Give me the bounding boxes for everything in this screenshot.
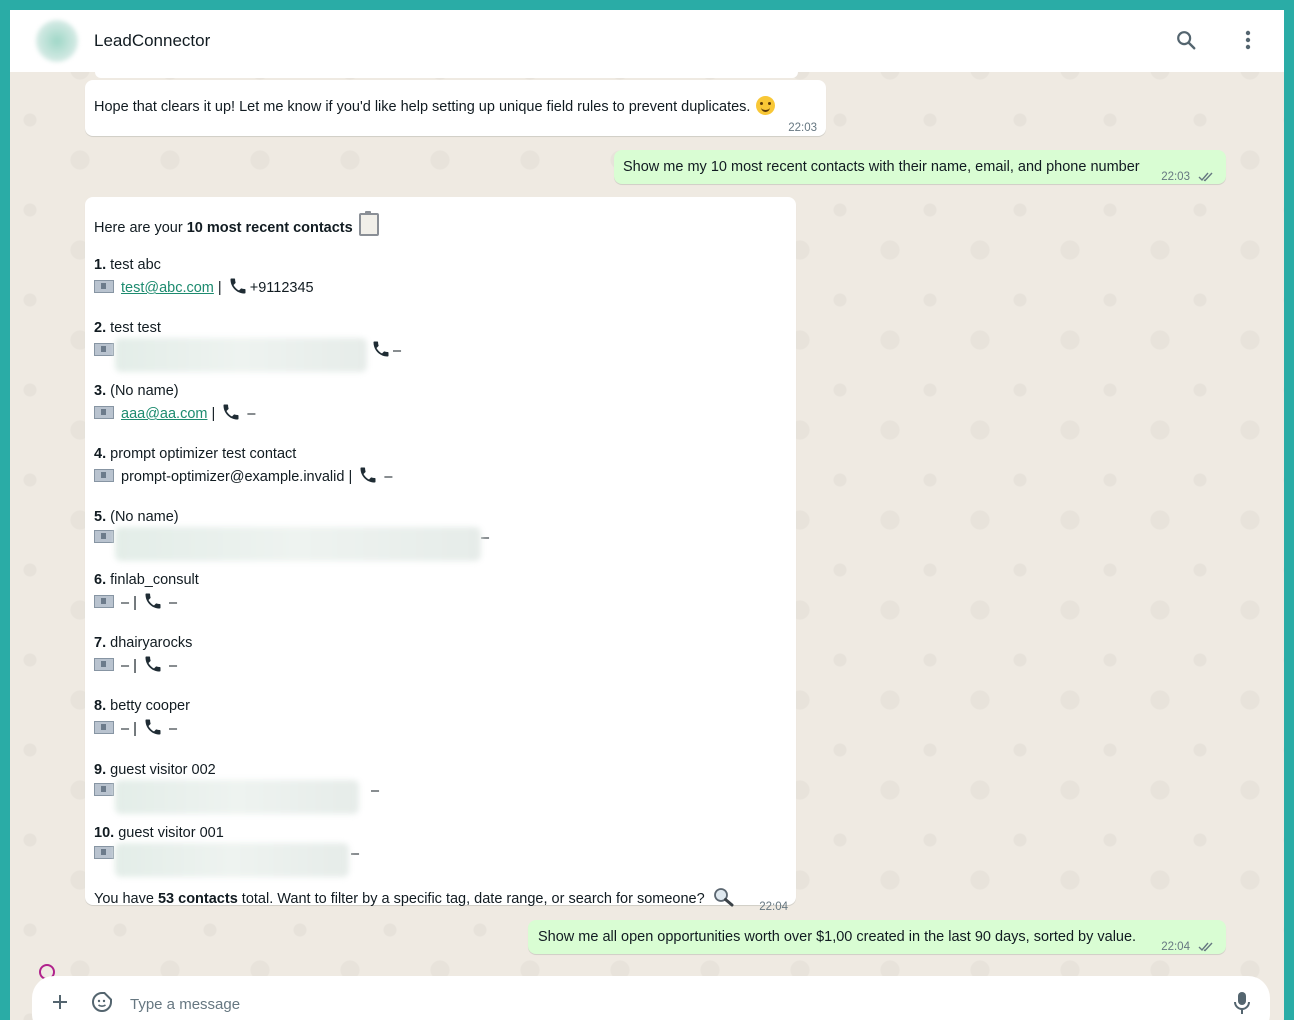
phone-icon: [360, 467, 376, 483]
search-icon[interactable]: [1172, 26, 1200, 54]
contact-name-line: 1. test abc: [94, 257, 161, 273]
contact-name-line: 6. finlab_consult: [94, 572, 199, 588]
message-time: 22:03: [1161, 171, 1190, 183]
phone-icon: [145, 719, 161, 735]
incoming-message[interactable]: Here are your 10 most recent contacts 1.…: [85, 197, 796, 913]
incoming-message[interactable]: Hope that clears it up! Let me know if y…: [85, 80, 826, 136]
smiling-face-icon: [756, 96, 776, 115]
double-check-icon: [1198, 942, 1213, 952]
contact-name-line: 9. guest visitor 002: [94, 762, 216, 778]
phone-icon: [373, 341, 389, 357]
email-icon: [94, 406, 114, 419]
chat-title[interactable]: LeadConnector: [94, 31, 210, 51]
contact-name-line: 3. (No name): [94, 383, 179, 399]
message-time: 22:04: [1161, 941, 1190, 953]
message-composer: [32, 976, 1270, 1020]
message-text: Show me my 10 most recent contacts with …: [623, 159, 1140, 175]
outgoing-message[interactable]: Show me my 10 most recent contacts with …: [614, 150, 1226, 184]
redacted-area: [115, 843, 349, 877]
message-time: 22:03: [788, 122, 817, 134]
contact-name-line: 8. betty cooper: [94, 698, 190, 714]
sticker-icon[interactable]: [90, 990, 114, 1014]
plus-icon[interactable]: [50, 992, 70, 1012]
contact-name-line: 10. guest visitor 001: [94, 825, 224, 841]
email-icon: [94, 343, 114, 356]
phone-icon: [145, 593, 161, 609]
chat-header: LeadConnector: [10, 10, 1284, 72]
contact-detail-line: aaa@aa.com | –: [94, 402, 255, 425]
contact-detail-line: – | –: [94, 654, 177, 677]
email-icon: [94, 595, 114, 608]
message-time: 22:04: [759, 901, 788, 913]
email-icon: [94, 783, 114, 796]
redacted-area: [115, 527, 481, 561]
email-icon: [94, 658, 114, 671]
email-icon: [94, 469, 114, 482]
contacts-intro: Here are your 10 most recent contacts: [94, 211, 379, 239]
redacted-area: [115, 338, 367, 372]
email-icon: [94, 846, 114, 859]
outgoing-message[interactable]: Show me all open opportunities worth ove…: [528, 920, 1226, 954]
email-icon: [94, 721, 114, 734]
contact-name-line: 7. dhairyarocks: [94, 635, 193, 651]
contact-name-line: 5. (No name): [94, 509, 179, 525]
phone-icon: [230, 278, 246, 294]
message-text: Show me all open opportunities worth ove…: [538, 929, 1137, 945]
contact-detail-line: – | –: [94, 717, 177, 740]
contact-detail-line: prompt-optimizer@example.invalid | –: [94, 465, 392, 488]
contact-detail-line: – | –: [94, 591, 177, 614]
magnifying-glass-icon: [713, 888, 734, 907]
clipboard-icon: [358, 211, 379, 236]
email-link[interactable]: aaa@aa.com: [121, 406, 207, 422]
contact-name-line: 2. test test: [94, 320, 161, 336]
contact-name-line: 4. prompt optimizer test contact: [94, 446, 297, 462]
more-vert-icon[interactable]: [1234, 26, 1262, 54]
previous-message-bottom: [95, 72, 798, 78]
avatar[interactable]: [36, 20, 78, 62]
contacts-summary: You have 53 contacts total. Want to filt…: [94, 887, 735, 910]
chat-window: LeadConnector Hope that clears it up! Le…: [10, 10, 1284, 1020]
contact-detail-line: test@abc.com | +9112345: [94, 276, 314, 299]
email-icon: [94, 280, 114, 293]
phone-icon: [223, 404, 239, 420]
double-check-icon: [1198, 172, 1213, 182]
phone-icon: [145, 656, 161, 672]
email-icon: [94, 530, 114, 543]
email-link[interactable]: test@abc.com: [121, 280, 214, 296]
redacted-area: [115, 780, 359, 814]
microphone-icon[interactable]: [1232, 990, 1252, 1016]
message-input[interactable]: [128, 995, 1032, 1014]
message-text: Hope that clears it up! Let me know if y…: [94, 96, 776, 118]
